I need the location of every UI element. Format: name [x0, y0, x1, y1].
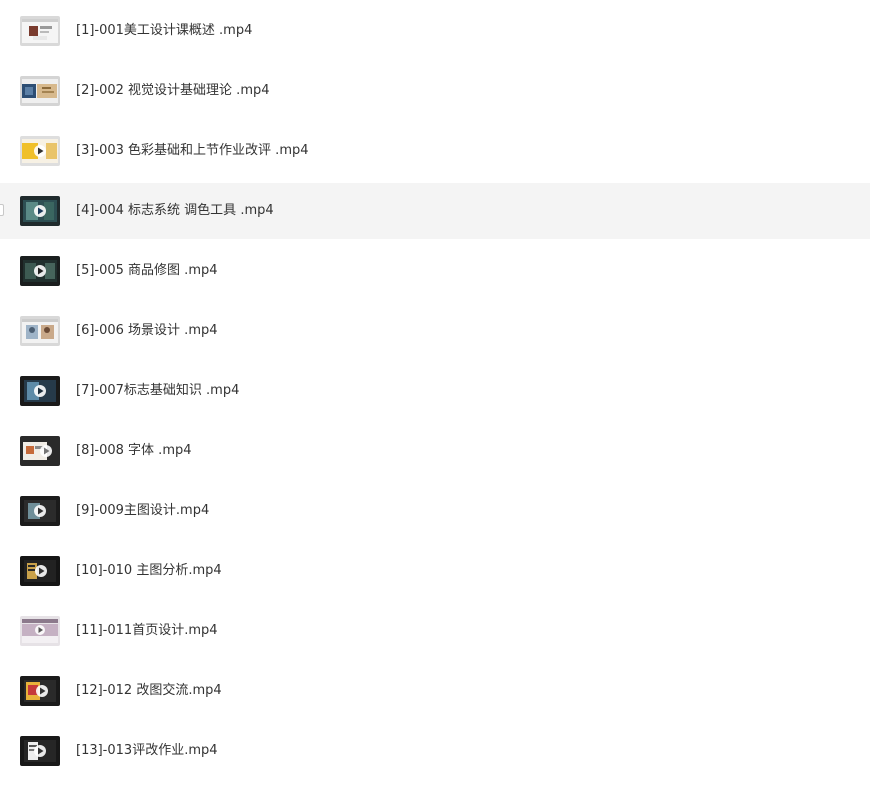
file-row-hovered[interactable]: [4]-004 标志系统 调色工具 .mp4 — [0, 183, 870, 239]
video-thumbnail-icon — [20, 16, 60, 46]
file-row[interactable]: [12]-012 改图交流.mp4 — [0, 663, 870, 719]
file-row[interactable]: [6]-006 场景设计 .mp4 — [0, 303, 870, 359]
file-row[interactable]: [9]-009主图设计.mp4 — [0, 483, 870, 539]
file-name[interactable]: [11]-011首页设计.mp4 — [76, 603, 218, 659]
video-thumbnail-icon — [20, 256, 60, 286]
file-name[interactable]: [12]-012 改图交流.mp4 — [76, 663, 222, 719]
file-row[interactable]: [3]-003 色彩基础和上节作业改评 .mp4 — [0, 123, 870, 179]
file-name[interactable]: [7]-007标志基础知识 .mp4 — [76, 363, 239, 419]
file-row[interactable]: [13]-013评改作业.mp4 — [0, 723, 870, 779]
row-checkbox[interactable] — [0, 204, 4, 216]
file-row[interactable]: [1]-001美工设计课概述 .mp4 — [0, 3, 870, 59]
file-name[interactable]: [10]-010 主图分析.mp4 — [76, 543, 222, 599]
video-thumbnail-icon — [20, 736, 60, 766]
file-list: [1]-001美工设计课概述 .mp4 [2]-002 视觉设计基础理论 .mp… — [0, 0, 870, 785]
video-thumbnail-icon — [20, 196, 60, 226]
video-thumbnail-icon — [20, 76, 60, 106]
file-row[interactable]: [11]-011首页设计.mp4 — [0, 603, 870, 659]
video-thumbnail-icon — [20, 676, 60, 706]
video-thumbnail-icon — [20, 496, 60, 526]
file-row[interactable]: [5]-005 商品修图 .mp4 — [0, 243, 870, 299]
video-thumbnail-icon — [20, 376, 60, 406]
file-name[interactable]: [1]-001美工设计课概述 .mp4 — [76, 3, 252, 59]
file-row[interactable]: [2]-002 视觉设计基础理论 .mp4 — [0, 63, 870, 119]
file-name[interactable]: [4]-004 标志系统 调色工具 .mp4 — [76, 183, 274, 239]
video-thumbnail-icon — [20, 556, 60, 586]
file-row[interactable]: [7]-007标志基础知识 .mp4 — [0, 363, 870, 419]
file-row[interactable]: [8]-008 字体 .mp4 — [0, 423, 870, 479]
video-thumbnail-icon — [20, 136, 60, 166]
file-name[interactable]: [3]-003 色彩基础和上节作业改评 .mp4 — [76, 123, 309, 179]
file-name[interactable]: [6]-006 场景设计 .mp4 — [76, 303, 218, 359]
video-thumbnail-icon — [20, 316, 60, 346]
file-name[interactable]: [8]-008 字体 .mp4 — [76, 423, 192, 479]
file-name[interactable]: [2]-002 视觉设计基础理论 .mp4 — [76, 63, 270, 119]
file-row[interactable]: [10]-010 主图分析.mp4 — [0, 543, 870, 599]
file-name[interactable]: [13]-013评改作业.mp4 — [76, 723, 218, 779]
file-name[interactable]: [5]-005 商品修图 .mp4 — [76, 243, 218, 299]
video-thumbnail-icon — [20, 616, 60, 646]
video-thumbnail-icon — [20, 436, 60, 466]
file-name[interactable]: [9]-009主图设计.mp4 — [76, 483, 209, 539]
